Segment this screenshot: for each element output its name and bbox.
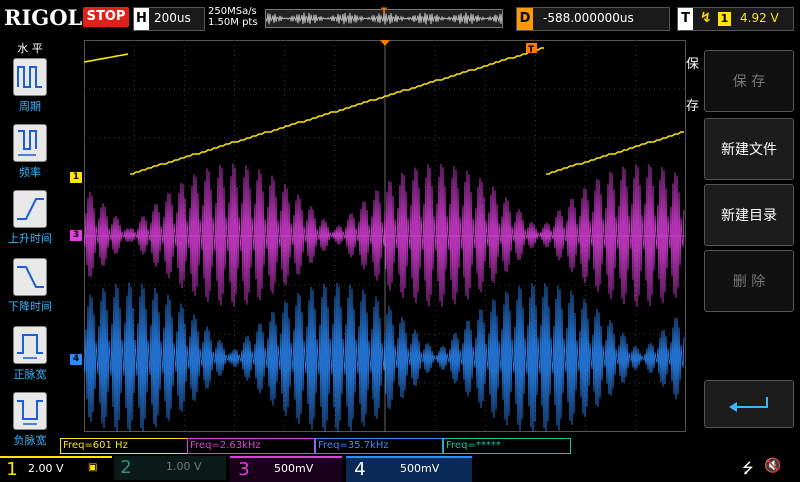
frequency-icon [13,124,47,162]
delay-label: D [517,8,533,30]
delay-value: -588.000000us [543,11,634,25]
delay-box[interactable]: D -588.000000us [516,7,670,31]
measure-negative-width-label: 负脉宽 [13,434,47,447]
svg-text:T: T [528,45,535,55]
negative-width-icon [13,392,47,430]
period-icon [13,58,47,96]
freq-readout-3: Freq=2.63kHz [187,438,315,454]
channel-1-tab[interactable]: 1 2.00 V ▣ [0,456,112,482]
freq-readout-1-text: Freq=601 Hz [63,440,128,451]
right-menu-title-top: 保 [686,57,700,72]
sample-rate: 250MSa/s [208,6,257,17]
freq-readout-1: Freq=601 Hz [60,438,188,454]
measure-negative-width[interactable]: 负脉宽 [4,392,56,456]
trigger-marker: T [526,43,537,55]
timebase-box[interactable]: H 200us [133,7,205,31]
fall-time-icon [13,258,47,296]
trigger-level: 4.92 V [740,11,779,25]
timebase-value: 200us [154,11,191,25]
channel-1-trace-segment [130,47,544,175]
usb-icon: ⭍ [742,461,754,477]
trigger-label: T [678,8,693,30]
measure-positive-width-label: 正脉宽 [13,368,47,381]
channel-2-number: 2 [120,457,132,478]
channel-3-tab[interactable]: 3 500mV [230,456,342,482]
enter-icon [729,397,768,412]
new-folder-button[interactable]: 新建目录 [704,184,794,246]
channel-4-number: 4 [354,459,366,480]
new-file-button[interactable]: 新建文件 [704,118,794,180]
channel-4-scale: 500mV [400,462,440,475]
freq-readout-4-text: Freq=35.7kHz [318,440,389,451]
channel-1-number: 1 [6,459,18,480]
measure-frequency-label: 频率 [19,166,41,179]
delete-button-label: 删 除 [732,274,766,290]
channel-3-number: 3 [238,459,250,480]
save-button[interactable]: 保 存 [704,50,794,112]
right-menu-title: 保 存 [686,44,706,128]
measure-period[interactable]: 周期 [4,58,56,122]
channel-4-offset-marker[interactable]: 4 [70,354,82,365]
freq-readout-2: Freq=***** [443,438,571,454]
rise-time-icon [13,190,47,228]
measure-rise-time-label: 上升时间 [8,232,52,245]
positive-width-icon [13,326,47,364]
trigger-position-marker: T [381,7,388,17]
channel-1-offset-marker[interactable]: 1 [70,172,82,183]
channel-1-trace [83,53,129,63]
speaker-muted-icon: 🔇 [764,458,782,474]
freq-readout-2-text: Freq=***** [446,440,501,451]
trigger-box[interactable]: T ↯ 1 4.92 V [677,7,794,31]
delete-button[interactable]: 删 除 [704,250,794,312]
measure-period-label: 周期 [19,100,41,113]
timebase-label: H [134,8,149,30]
channel-1-coupling-icon: ▣ [88,462,98,473]
new-folder-button-label: 新建目录 [721,208,777,224]
freq-readout-4: Freq=35.7kHz [315,438,443,454]
trigger-time-marker [380,40,390,46]
waveform-display[interactable]: T [83,40,686,434]
measure-rise-time[interactable]: 上升时间 [4,190,56,254]
new-file-button-label: 新建文件 [721,142,777,158]
channel-4-tab[interactable]: 4 500mV [346,456,472,482]
sample-info: 250MSa/s 1.50M pts [208,6,258,28]
measure-menu: 周期 频率 上升时间 下降时间 正脉宽 负脉宽 [0,36,60,456]
channel-3-scale: 500mV [274,462,314,475]
run-stop-indicator[interactable]: STOP [83,7,129,27]
waveform-canvas: T [83,40,686,434]
channel-2-scale: 1.00 V [166,460,202,473]
measure-fall-time[interactable]: 下降时间 [4,258,56,322]
save-button-label: 保 存 [732,74,766,90]
trigger-source: 1 [718,12,731,26]
trigger-slope-icon: ↯ [700,10,712,26]
memory-depth: 1.50M pts [208,17,258,28]
channel-1-scale: 2.00 V [28,462,64,475]
channel-3-offset-marker[interactable]: 3 [70,230,82,241]
right-menu-title-bottom: 存 [686,99,700,114]
brand-logo: RIGOL [4,5,83,30]
enter-button[interactable] [704,380,794,428]
channel-2-tab[interactable]: 2 1.00 V [114,456,226,480]
measure-positive-width[interactable]: 正脉宽 [4,326,56,390]
freq-readout-3-text: Freq=2.63kHz [190,440,261,451]
channel-4-trace [83,282,685,434]
measure-fall-time-label: 下降时间 [8,300,52,313]
measure-frequency[interactable]: 频率 [4,124,56,188]
